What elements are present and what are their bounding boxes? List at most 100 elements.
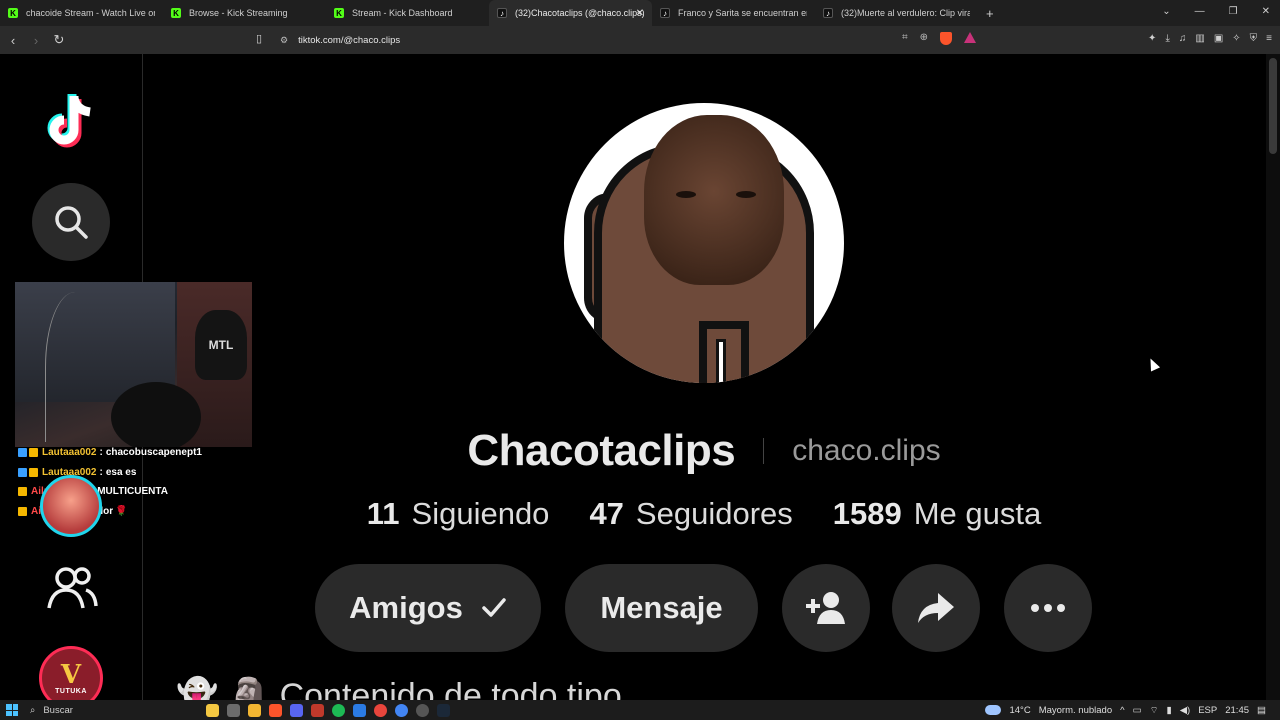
scrollbar-thumb[interactable]	[1269, 58, 1277, 154]
stat-value: 1589	[832, 496, 902, 531]
edge-icon[interactable]	[353, 703, 366, 717]
zoom-icon[interactable]: ⊕	[920, 32, 928, 45]
tab-tiktok-video[interactable]: ♪ Franco y Sarita se encuentran en la t	[652, 0, 815, 26]
leo-ai-icon[interactable]: ✧	[1232, 33, 1240, 44]
menu-icon[interactable]: ≡	[1266, 33, 1272, 44]
task-view-icon[interactable]	[227, 703, 240, 717]
weather-temperature[interactable]: 14°C	[1009, 705, 1030, 716]
discord-icon[interactable]	[290, 703, 303, 717]
language-indicator[interactable]: ESP	[1198, 705, 1217, 716]
bio-text: Contenido de todo tipo	[279, 677, 622, 700]
tab-search-chevron-icon[interactable]: ⌄	[1162, 6, 1170, 17]
kick-icon: K	[8, 8, 18, 18]
chrome-profile-icon[interactable]	[395, 703, 408, 717]
close-window-icon[interactable]: ✕	[1262, 6, 1270, 17]
badge-icon	[18, 487, 27, 497]
clock[interactable]: 21:45	[1225, 705, 1249, 716]
chevron-up-icon[interactable]: ^	[1120, 705, 1124, 716]
reload-icon[interactable]: ↻	[49, 32, 69, 48]
file-explorer-icon[interactable]	[248, 703, 261, 717]
friends-button-label: Amigos	[349, 590, 463, 625]
search-icon	[55, 206, 88, 239]
system-tray: 14°C Mayorm. nublado ^ ▭ ⌔ ▮ ◀) ESP 21:4…	[985, 700, 1280, 720]
windows-start-icon[interactable]	[6, 704, 18, 716]
copilot-icon[interactable]	[206, 703, 219, 717]
vpn-icon[interactable]: ⛨	[1250, 33, 1258, 44]
forward-icon[interactable]: ›	[26, 33, 46, 48]
steam-icon[interactable]	[437, 703, 450, 717]
profile-display-name: Chacotaclips	[467, 426, 736, 475]
weather-condition[interactable]: Mayorm. nublado	[1039, 705, 1112, 716]
taskbar-search[interactable]: ⌕ Buscar	[30, 702, 190, 718]
taskbar-apps	[206, 703, 450, 717]
tab-title: Franco y Sarita se encuentran en la t	[678, 8, 807, 18]
tiktok-page: V TUTUKA MTL Lautaaa002 : chacobuscapene…	[0, 54, 1280, 700]
friends-icon[interactable]	[46, 566, 98, 610]
tab-kick-stream[interactable]: K chacoide Stream - Watch Live on	[0, 0, 163, 26]
windows-taskbar: ⌕ Buscar 14°C Mayorm. nublado ^ ▭ ⌔ ▮ ◀)…	[0, 700, 1280, 720]
wifi-icon[interactable]: ⌔	[1150, 705, 1159, 716]
url-text[interactable]: tiktok.com/@chaco.clips	[298, 35, 400, 46]
profile-avatar[interactable]: V TUTUKA	[39, 646, 103, 700]
mic-icon[interactable]: ▮	[1167, 705, 1172, 716]
translate-icon[interactable]: ⌗	[902, 32, 908, 45]
tab-kick-browse[interactable]: K Browse - Kick Streaming	[163, 0, 326, 26]
tab-tiktok-profile[interactable]: ♪ (32)Chacotaclips (@chaco.clips) ✕	[489, 0, 652, 26]
close-icon[interactable]: ✕	[636, 8, 644, 19]
message-button[interactable]: Mensaje	[565, 564, 758, 652]
more-icon	[1031, 604, 1065, 612]
back-icon[interactable]: ‹	[3, 33, 23, 48]
moai-icon: 🗿	[227, 677, 271, 700]
address-bar[interactable]: ⚙ tiktok.com/@chaco.clips	[280, 30, 1000, 50]
media-icon[interactable]: ♫	[1179, 33, 1187, 44]
chrome-icon[interactable]	[374, 703, 387, 717]
volume-icon[interactable]: ◀)	[1180, 705, 1190, 716]
notifications-icon[interactable]: ▤	[1257, 705, 1266, 716]
profile-avatar-large[interactable]	[564, 103, 844, 383]
bookmark-icon[interactable]: ▯	[256, 32, 262, 45]
search-button[interactable]	[32, 183, 110, 261]
share-button[interactable]	[892, 564, 980, 652]
taskbar-search-text: Buscar	[43, 704, 73, 716]
minimize-icon[interactable]: —	[1195, 6, 1205, 17]
more-options-button[interactable]	[1004, 564, 1092, 652]
stat-label: Me gusta	[913, 496, 1042, 531]
follow-suggestion-button[interactable]	[782, 564, 870, 652]
sidebar-toggle-icon[interactable]: ▥	[1195, 33, 1204, 44]
avatar-eyes	[676, 191, 756, 201]
extensions-icon[interactable]: ✦	[1148, 33, 1156, 44]
tab-kick-dashboard[interactable]: K Stream - Kick Dashboard	[326, 0, 489, 26]
display-icon[interactable]: ▭	[1133, 705, 1142, 716]
page-scrollbar[interactable]	[1266, 54, 1280, 700]
site-info-icon[interactable]: ⚙	[280, 35, 288, 46]
extension-icons: ✦ ⤓ ♫ ▥ ▣ ✧ ⛨ ≡	[1148, 33, 1272, 44]
wallet-icon[interactable]: ▣	[1214, 33, 1223, 44]
friends-button[interactable]: Amigos	[315, 564, 541, 652]
brave-rewards-icon[interactable]	[964, 32, 977, 43]
share-icon	[918, 593, 954, 623]
weather-icon[interactable]	[985, 705, 1002, 715]
spotify-icon[interactable]	[332, 703, 345, 717]
webcam-cable	[45, 292, 105, 442]
new-tab-icon[interactable]: +	[986, 6, 994, 21]
kick-icon: K	[171, 8, 181, 18]
browser-tab-strip: K chacoide Stream - Watch Live on K Brow…	[0, 0, 1280, 26]
message-button-label: Mensaje	[600, 590, 723, 625]
stat-following[interactable]: 11 Siguiendo	[367, 496, 550, 532]
window-controls: ⌄ — ❐ ✕	[1162, 6, 1270, 17]
stat-value: 11	[366, 496, 400, 531]
profile-handle: chaco.clips	[792, 434, 941, 467]
obs-icon[interactable]	[416, 703, 429, 717]
tiktok-logo-icon[interactable]	[44, 92, 100, 152]
avatar-leg-gap	[716, 339, 726, 383]
calendar-app-icon[interactable]	[311, 703, 324, 717]
avatar-caption: TUTUKA	[55, 687, 87, 695]
brave-shield-icon[interactable]	[940, 32, 953, 45]
downloads-icon[interactable]: ⤓	[1165, 33, 1169, 44]
brave-icon[interactable]	[269, 703, 282, 717]
restore-icon[interactable]: ❐	[1229, 6, 1238, 17]
tab-tiktok-clip[interactable]: ♪ (32)Muerte al verdulero: Clip viral so…	[815, 0, 978, 26]
webcam-overlay: MTL	[15, 282, 252, 447]
stat-followers[interactable]: 47 Seguidores	[589, 496, 792, 532]
tab-title: Stream - Kick Dashboard	[352, 8, 453, 18]
